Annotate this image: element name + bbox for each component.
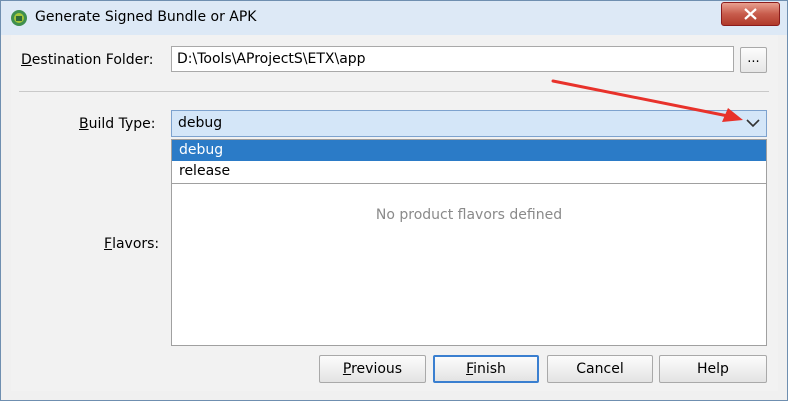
destination-folder-label: Destination Folder: — [21, 52, 154, 68]
chevron-down-icon[interactable] — [746, 119, 760, 128]
flavors-label: Flavors: — [104, 236, 160, 252]
cancel-button[interactable]: Cancel — [547, 355, 653, 383]
window-title: Generate Signed Bundle or APK — [35, 9, 257, 25]
flavors-list[interactable]: No product flavors defined — [171, 184, 767, 346]
build-type-label: Build Type: — [79, 116, 156, 132]
finish-button[interactable]: Finish — [433, 355, 539, 383]
build-type-selected: debug — [178, 115, 223, 131]
build-type-dropdown: debug release — [171, 139, 767, 184]
flavors-empty-message: No product flavors defined — [375, 207, 563, 223]
title-bar[interactable]: Generate Signed Bundle or APK — [1, 1, 787, 35]
help-button[interactable]: Help — [659, 355, 767, 383]
dialog-content: Destination Folder: D:\Tools\AProjectS\E… — [11, 35, 778, 391]
dropdown-option-release[interactable]: release — [172, 161, 766, 182]
dropdown-option-debug[interactable]: debug — [172, 140, 766, 161]
build-type-combobox[interactable]: debug — [171, 110, 767, 137]
android-studio-icon — [11, 10, 27, 26]
previous-button[interactable]: Previous — [319, 355, 426, 383]
browse-button[interactable]: ... — [740, 47, 767, 73]
divider — [19, 91, 769, 92]
close-button[interactable] — [721, 2, 780, 26]
close-icon — [744, 8, 757, 20]
dialog-window: Generate Signed Bundle or APK Destinatio… — [0, 0, 788, 401]
destination-folder-input[interactable]: D:\Tools\AProjectS\ETX\app — [171, 46, 734, 72]
